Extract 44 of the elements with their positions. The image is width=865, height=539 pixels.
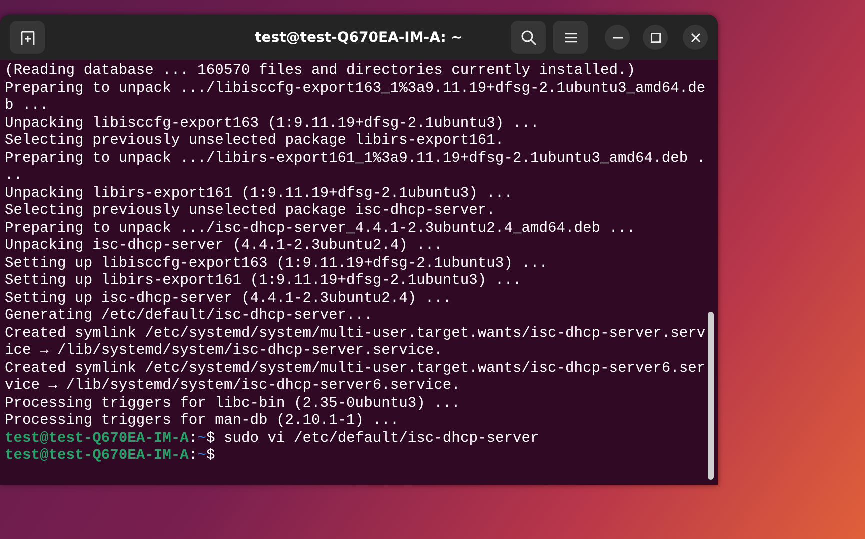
output-line: Processing triggers for man-db (2.10.1-1) ... bbox=[5, 413, 400, 430]
output-line: Created symlink /etc/systemd/system/multi-user.target.wants/isc-dhcp-server.serv bbox=[5, 326, 707, 343]
output-line: Unpacking isc-dhcp-server (4.4.1-2.3ubuntu2.4) ... bbox=[5, 238, 444, 256]
prompt-symbol: $ bbox=[206, 448, 216, 464]
minimize-button[interactable] bbox=[605, 25, 630, 50]
minimize-icon bbox=[612, 36, 622, 38]
output-line: Preparing to unpack .../libisccfg-export163_1%3a9.11.19+dfsg-2.1ubuntu3_amd64.de bbox=[5, 80, 707, 98]
search-icon bbox=[520, 30, 536, 46]
output-line: vice → /lib/systemd/system/isc-dhcp-server6.service. bbox=[5, 378, 462, 396]
output-line: Setting up libirs-export161 (1:9.11.19+dfsg-2.1ubuntu3) ... bbox=[5, 273, 523, 290]
output-line: Created symlink /etc/systemd/system/multi-user.target.wants/isc-dhcp-server6.ser bbox=[5, 360, 707, 378]
new-tab-icon bbox=[20, 30, 36, 46]
close-button[interactable] bbox=[683, 25, 708, 50]
scrollbar[interactable] bbox=[708, 312, 714, 480]
search-button[interactable] bbox=[511, 21, 546, 54]
prompt-separator: : bbox=[188, 430, 198, 446]
close-icon bbox=[690, 32, 700, 42]
menu-button[interactable] bbox=[553, 21, 588, 54]
output-line: ice → /lib/systemd/system/isc-dhcp-server.service. bbox=[5, 343, 444, 360]
window-title: test@test-Q670EA-IM-A: ~ bbox=[255, 30, 463, 46]
output-line: b ... bbox=[5, 98, 50, 116]
prompt-path: ~ bbox=[198, 448, 206, 464]
prompt-user: test@test-Q670EA-IM-A bbox=[5, 448, 189, 464]
output-line: .. bbox=[5, 168, 24, 186]
maximize-icon bbox=[650, 32, 660, 42]
prompt-symbol: $ bbox=[206, 430, 216, 446]
output-line: Preparing to unpack .../libirs-export161_1%3a9.11.19+dfsg-2.1ubuntu3_amd64.deb . bbox=[5, 150, 707, 168]
output-line: Selecting previously unselected package isc-dhcp-server. bbox=[5, 203, 496, 220]
output-line: Setting up isc-dhcp-server (4.4.1-2.3ubuntu2.4) ... bbox=[5, 290, 453, 308]
command-text: sudo vi /etc/default/isc-dhcp-server bbox=[224, 430, 540, 446]
output-line: Generating /etc/default/isc-dhcp-server... bbox=[5, 308, 374, 326]
prompt-separator: : bbox=[188, 448, 198, 464]
prompt-user: test@test-Q670EA-IM-A bbox=[5, 430, 189, 446]
output-line: (Reading database ... 160570 files and directories currently installed.) bbox=[5, 63, 637, 80]
output-line: Setting up libisccfg-export163 (1:9.11.19+dfsg-2.1ubuntu3) ... bbox=[5, 256, 549, 273]
output-line: Preparing to unpack .../isc-dhcp-server_4.4.1-2.3ubuntu2.4_amd64.deb ... bbox=[5, 220, 637, 238]
output-line: Unpacking libisccfg-export163 (1:9.11.19+dfsg-2.1ubuntu3) ... bbox=[5, 116, 540, 133]
output-line: Unpacking libirs-export161 (1:9.11.19+dfsg-2.1ubuntu3) ... bbox=[5, 186, 514, 203]
new-tab-button[interactable] bbox=[10, 21, 45, 54]
menu-icon bbox=[564, 32, 576, 42]
output-line: Selecting previously unselected package libirs-export161. bbox=[5, 133, 506, 150]
prompt-path: ~ bbox=[198, 430, 206, 446]
maximize-button[interactable] bbox=[643, 25, 668, 50]
output-line: Processing triggers for libc-bin (2.35-0ubuntu3) ... bbox=[5, 396, 462, 413]
